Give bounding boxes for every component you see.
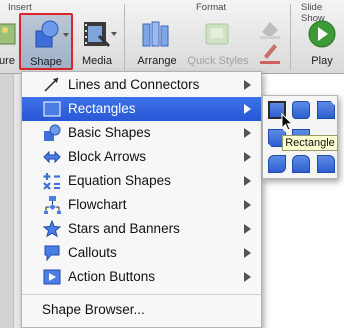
group-label-insert: Insert	[8, 2, 32, 13]
film-icon	[81, 18, 113, 50]
quick-styles-button[interactable]: Quick Styles	[187, 14, 249, 70]
chevron-right-icon	[244, 176, 251, 186]
round-diagonal-rectangle-shape[interactable]	[268, 155, 286, 173]
play-icon	[306, 18, 338, 50]
play-label: Play	[311, 55, 333, 67]
quick-styles-icon	[202, 18, 234, 50]
round-single-corner-rectangle-shape[interactable]	[317, 155, 335, 173]
group-separator	[290, 4, 291, 70]
menu-item-label: Rectangles	[68, 101, 136, 116]
chevron-right-icon	[244, 200, 251, 210]
chevron-right-icon	[244, 224, 251, 234]
shapes-icon	[30, 19, 62, 51]
menu-item-rectangles[interactable]: Rectangles	[22, 97, 261, 121]
menu-item-flowchart[interactable]: Flowchart	[22, 193, 261, 217]
shape-button[interactable]: Shape	[19, 13, 73, 70]
menu-item-action-buttons[interactable]: Action Buttons	[22, 265, 261, 289]
menu-item-label: Lines and Connectors	[68, 77, 200, 92]
arrange-icon	[141, 18, 173, 50]
arrange-label: Arrange	[137, 55, 177, 67]
media-button[interactable]: Media	[77, 14, 117, 70]
block-arrow-icon	[43, 148, 61, 166]
rounded-rectangle-shape[interactable]	[292, 101, 310, 119]
quick-styles-label: Quick Styles	[187, 55, 249, 67]
callout-icon	[43, 244, 61, 262]
menu-item-label: Equation Shapes	[68, 173, 171, 188]
menu-item-lines-and-connectors[interactable]: Lines and Connectors	[22, 73, 261, 97]
tooltip: Rectangle	[282, 135, 338, 151]
group-label-format: Format	[196, 2, 227, 13]
group-separator	[124, 4, 125, 70]
menu-item-label: Callouts	[68, 245, 117, 260]
menu-item-label: Block Arrows	[68, 149, 147, 164]
flowchart-icon	[43, 196, 61, 214]
menu-item-equation-shapes[interactable]: Equation Shapes	[22, 169, 261, 193]
menu-divider	[22, 294, 261, 295]
media-label: Media	[82, 55, 112, 67]
menu-item-basic-shapes[interactable]: Basic Shapes	[22, 121, 261, 145]
star-icon	[42, 219, 62, 238]
mouse-pointer-icon	[281, 112, 294, 131]
slide-thumbnail-strip	[0, 74, 14, 328]
chevron-right-icon	[244, 272, 251, 282]
equation-icon	[43, 172, 61, 190]
menu-item-callouts[interactable]: Callouts	[22, 241, 261, 265]
lines-icon	[43, 76, 61, 94]
menu-item-stars-and-banners[interactable]: Stars and Banners	[22, 217, 261, 241]
chevron-right-icon	[244, 128, 251, 138]
basic-shapes-icon	[43, 124, 61, 142]
chevron-right-icon	[244, 248, 251, 258]
picture-label: ure	[0, 55, 15, 67]
menu-item-label: Basic Shapes	[68, 125, 151, 140]
menu-item-label: Action Buttons	[68, 269, 156, 284]
fill-line-buttons[interactable]	[258, 16, 282, 66]
shape-menu: Lines and Connectors Rectangles Basic Sh…	[21, 71, 262, 328]
play-button[interactable]: Play	[304, 14, 340, 70]
shape-browser-item[interactable]: Shape Browser...	[42, 302, 145, 317]
chevron-down-icon	[63, 33, 69, 37]
chevron-right-icon	[244, 80, 251, 90]
rectangle-icon	[43, 100, 61, 118]
chevron-right-icon	[244, 152, 251, 162]
action-button-icon	[43, 268, 61, 286]
chevron-right-icon	[244, 104, 251, 114]
arrange-button[interactable]: Arrange	[132, 14, 182, 70]
menu-item-label: Stars and Banners	[68, 221, 180, 236]
round-same-side-rectangle-shape[interactable]	[292, 155, 310, 173]
menu-item-label: Flowchart	[68, 197, 127, 212]
ribbon: Insert Format Slide Show ure Shape Media…	[0, 0, 344, 74]
snip-corner-rectangle-shape[interactable]	[317, 101, 335, 119]
chevron-down-icon	[111, 32, 117, 36]
picture-button[interactable]: ure	[0, 14, 20, 70]
menu-item-block-arrows[interactable]: Block Arrows	[22, 145, 261, 169]
shape-label: Shape	[30, 56, 62, 68]
